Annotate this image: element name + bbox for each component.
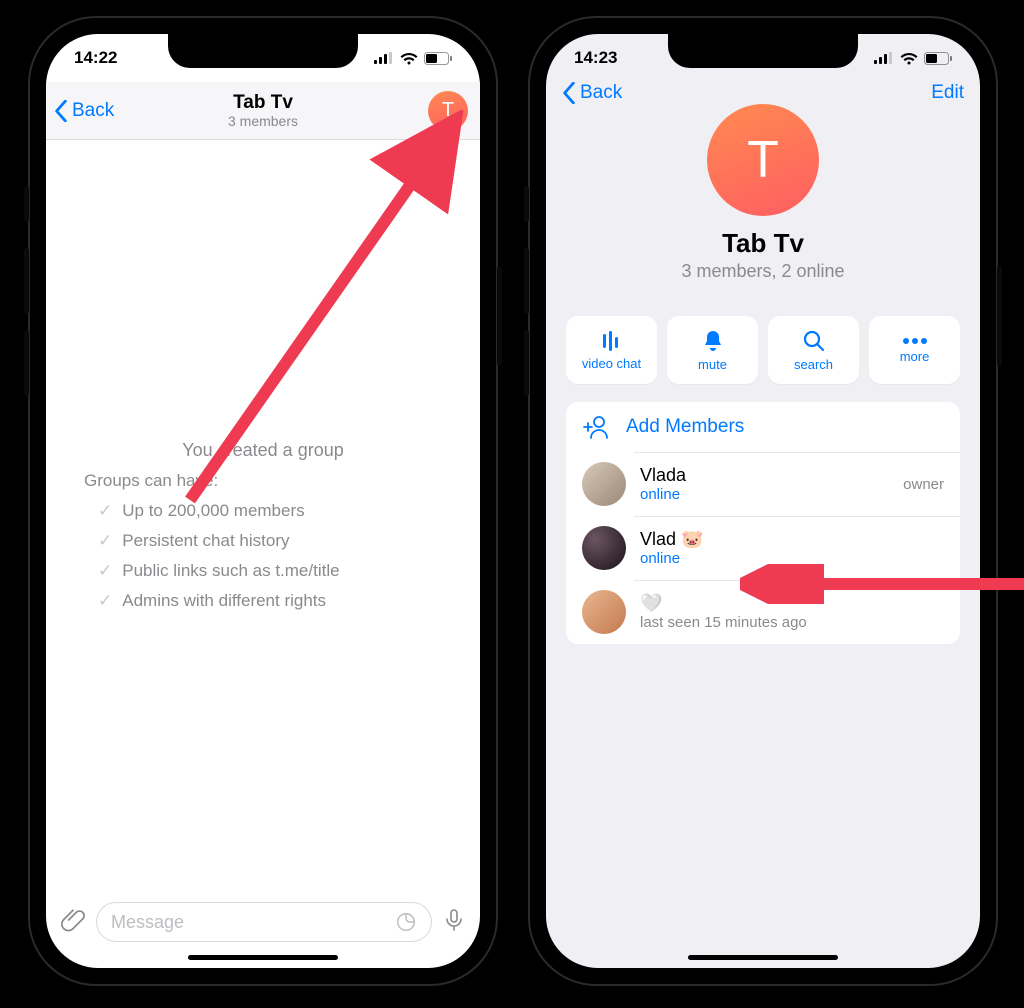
chevron-left-icon: [54, 100, 68, 122]
check-icon: ✓: [98, 591, 112, 611]
more-icon: [902, 337, 928, 345]
chat-subtitle: 3 members: [228, 113, 298, 129]
video-chat-button[interactable]: video chat: [566, 316, 657, 384]
avatar-letter: T: [442, 99, 454, 122]
search-button[interactable]: search: [768, 316, 859, 384]
cellular-icon: [874, 52, 894, 64]
video-chat-icon: [599, 330, 625, 352]
feature-bullet: ✓Admins with different rights: [98, 591, 442, 611]
search-icon: [802, 329, 826, 353]
action-label: video chat: [582, 356, 641, 371]
member-avatar: [582, 462, 626, 506]
battery-icon: [924, 52, 952, 65]
back-button[interactable]: Back: [54, 82, 114, 139]
member-status: online: [640, 486, 686, 503]
feature-bullet: ✓Persistent chat history: [98, 531, 442, 551]
member-name: Vlada: [640, 465, 686, 486]
edit-label: Edit: [931, 82, 964, 104]
microphone-icon: [442, 908, 466, 932]
member-row[interactable]: 🤍 last seen 15 minutes ago: [566, 580, 960, 644]
check-icon: ✓: [98, 531, 112, 551]
group-avatar[interactable]: T: [707, 104, 819, 216]
paperclip-icon: [60, 907, 86, 933]
check-icon: ✓: [98, 501, 112, 521]
intro-text: Groups can have:: [84, 471, 442, 491]
action-buttons-row: video chat mute search more: [566, 316, 960, 384]
wifi-icon: [400, 52, 418, 65]
voice-button[interactable]: [442, 908, 466, 937]
chat-nav-bar: Back Tab Tv 3 members T: [46, 82, 480, 140]
avatar-letter: T: [747, 130, 779, 190]
group-subtitle: 3 members, 2 online: [681, 261, 844, 282]
screen-chat: 14:22 Back Tab Tv 3 members T: [46, 34, 480, 968]
home-indicator[interactable]: [688, 955, 838, 960]
back-label: Back: [580, 82, 622, 104]
member-status: online: [640, 550, 703, 567]
action-label: search: [794, 357, 833, 372]
member-role: owner: [903, 476, 944, 493]
notch: [168, 34, 358, 68]
add-members-button[interactable]: Add Members: [566, 402, 960, 452]
group-avatar-button[interactable]: T: [428, 91, 468, 131]
member-name: 🤍: [640, 593, 807, 614]
feature-bullet: ✓Public links such as t.me/title: [98, 561, 442, 581]
member-row[interactable]: Vlad 🐷 online: [566, 516, 960, 580]
sticker-icon[interactable]: [395, 911, 417, 933]
add-members-label: Add Members: [626, 416, 744, 438]
member-avatar: [582, 526, 626, 570]
member-row[interactable]: Vlada online owner: [566, 452, 960, 516]
check-icon: ✓: [98, 561, 112, 581]
back-label: Back: [72, 100, 114, 122]
wifi-icon: [900, 52, 918, 65]
back-button[interactable]: Back: [562, 82, 622, 104]
phone-frame-right: 14:23 Back Edit T: [528, 16, 998, 986]
bell-icon: [702, 329, 724, 353]
message-input[interactable]: Message: [96, 902, 432, 942]
created-text: You created a group: [84, 440, 442, 461]
member-status: last seen 15 minutes ago: [640, 614, 807, 631]
message-input-bar: Message: [46, 894, 480, 950]
system-message: You created a group Groups can have: ✓Up…: [46, 440, 480, 621]
group-name: Tab Tv: [722, 228, 804, 259]
status-time: 14:22: [74, 48, 117, 68]
home-indicator[interactable]: [188, 955, 338, 960]
more-button[interactable]: more: [869, 316, 960, 384]
chevron-left-icon: [562, 82, 576, 104]
attach-button[interactable]: [60, 907, 86, 938]
group-profile-header: T Tab Tv 3 members, 2 online: [546, 104, 980, 282]
feature-bullet: ✓Up to 200,000 members: [98, 501, 442, 521]
battery-icon: [424, 52, 452, 65]
screen-group-info: 14:23 Back Edit T: [546, 34, 980, 968]
status-time: 14:23: [574, 48, 617, 68]
chat-scroll-area[interactable]: You created a group Groups can have: ✓Up…: [46, 140, 480, 888]
chat-title: Tab Tv: [228, 92, 298, 114]
add-member-icon: [582, 412, 612, 442]
action-label: mute: [698, 357, 727, 372]
notch: [668, 34, 858, 68]
mute-button[interactable]: mute: [667, 316, 758, 384]
action-label: more: [900, 349, 930, 364]
member-avatar: [582, 590, 626, 634]
cellular-icon: [374, 52, 394, 64]
message-placeholder: Message: [111, 912, 184, 933]
phone-frame-left: 14:22 Back Tab Tv 3 members T: [28, 16, 498, 986]
edit-button[interactable]: Edit: [931, 82, 964, 104]
chat-title-area[interactable]: Tab Tv 3 members: [228, 92, 298, 129]
member-name: Vlad 🐷: [640, 529, 703, 550]
members-list: Add Members Vlada online owner Vlad 🐷 on…: [566, 402, 960, 644]
